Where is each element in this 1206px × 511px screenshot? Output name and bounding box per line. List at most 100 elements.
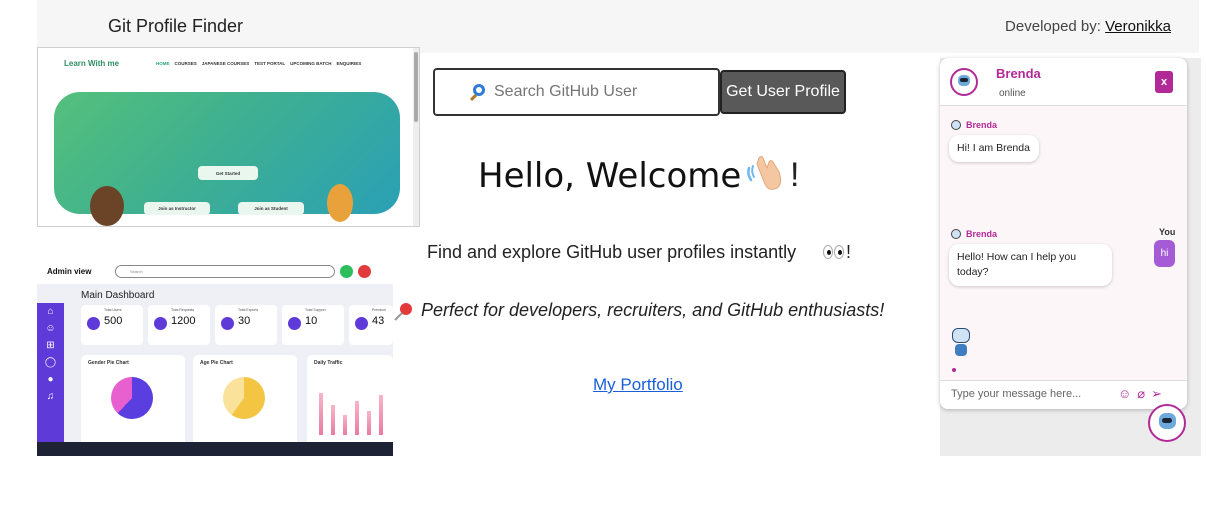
audience-text: Perfect for developers, recruiters, and … bbox=[421, 300, 885, 320]
search-box bbox=[433, 68, 720, 116]
preview-join-instructor: Join as Instructor bbox=[144, 202, 210, 215]
stat-card-support: Total Support 10 bbox=[282, 305, 344, 345]
age-panel-title: Age Pie Chart bbox=[200, 360, 233, 366]
message-sender: Brenda bbox=[951, 229, 997, 239]
preview-scrollbar bbox=[413, 48, 419, 226]
support-stat-icon bbox=[288, 317, 301, 330]
gender-panel-title: Gender Pie Chart bbox=[88, 360, 129, 366]
age-panel: Age Pie Chart bbox=[193, 355, 297, 449]
preview-get-started: Get Started bbox=[198, 166, 258, 180]
typing-indicator bbox=[952, 368, 956, 372]
top-bar: Git Profile Finder Developed by: Veronik… bbox=[37, 0, 1199, 53]
admin-search: Search bbox=[115, 265, 335, 278]
user-message-bubble: hi bbox=[1154, 240, 1175, 267]
welcome-exclamation: ! bbox=[790, 156, 800, 194]
eyes-icon bbox=[823, 245, 845, 261]
stat-value: 10 bbox=[305, 315, 318, 327]
alert-icon: ● bbox=[47, 374, 54, 385]
credit-prefix: Developed by: bbox=[1005, 18, 1106, 35]
pushpin-icon bbox=[394, 303, 412, 321]
chat-area: Brenda online x Brenda Hi! I am Brenda Y… bbox=[940, 58, 1201, 456]
developer-credit: Developed by: Veronikka bbox=[1005, 18, 1171, 35]
message-sender-you: You bbox=[1159, 227, 1176, 237]
taskbar bbox=[37, 442, 393, 456]
preview-nav-test: TEST PORTAL bbox=[254, 60, 286, 66]
preview-nav: Learn With me HOME COURSES JAPANESE COUR… bbox=[38, 56, 419, 70]
admin-title: Admin view bbox=[47, 266, 92, 276]
attach-icon[interactable]: ⌀ bbox=[1137, 386, 1145, 402]
gender-pie bbox=[111, 377, 153, 419]
preview-nav-links: HOME COURSES JAPANESE COURSES TEST PORTA… bbox=[156, 61, 361, 66]
portfolio-link[interactable]: My Portfolio bbox=[593, 375, 683, 395]
stat-value: 500 bbox=[104, 315, 123, 327]
stat-card-exports: Total Exports 30 bbox=[215, 305, 277, 345]
preview-learn-with-me: Learn With me HOME COURSES JAPANESE COUR… bbox=[37, 47, 420, 227]
stat-card-requests: Total Requests 1200 bbox=[148, 305, 210, 345]
welcome-heading: Hello, Welcome bbox=[478, 156, 742, 196]
traffic-bar bbox=[331, 405, 335, 435]
bot-mini-icon bbox=[951, 229, 961, 239]
get-user-profile-button[interactable]: Get User Profile bbox=[720, 70, 846, 114]
chat-window: Brenda online x Brenda Hi! I am Brenda Y… bbox=[940, 58, 1187, 409]
stat-card-premium: Premium 43 bbox=[349, 305, 393, 345]
description-text: Find and explore GitHub user profiles in… bbox=[427, 242, 797, 262]
preview-nav-enquiries: ENQUIRIES bbox=[336, 60, 362, 66]
magnifier-icon bbox=[473, 84, 485, 96]
chat-input-actions: ☺ ⌀ ➢ bbox=[1118, 386, 1162, 402]
users-stat-icon bbox=[87, 317, 100, 330]
bot-mini-icon bbox=[951, 120, 961, 130]
status-check-icon bbox=[340, 265, 353, 278]
admin-sidebar: ⌂ ☺ ⊞ ◯ ● ♫ bbox=[37, 303, 64, 456]
traffic-bar bbox=[379, 395, 383, 435]
chat-icon: ◯ bbox=[44, 357, 57, 368]
sender-name: Brenda bbox=[966, 120, 998, 130]
stat-label: Total Requests bbox=[171, 308, 195, 312]
premium-stat-icon bbox=[355, 317, 368, 330]
traffic-bar bbox=[367, 411, 371, 435]
chat-status: online bbox=[999, 88, 1026, 99]
github-user-input[interactable] bbox=[494, 83, 714, 101]
stat-value: 30 bbox=[238, 315, 251, 327]
message-bubble: Hi! I am Brenda bbox=[949, 135, 1039, 162]
preview-nav-batch: UPCOMING BATCH bbox=[290, 60, 332, 66]
admin-main-title: Main Dashboard bbox=[81, 290, 155, 301]
home-icon: ⌂ bbox=[47, 306, 54, 317]
traffic-panel-title: Daily Traffic bbox=[314, 360, 343, 366]
preview-nav-home: HOME bbox=[156, 60, 170, 66]
gender-panel: Gender Pie Chart bbox=[81, 355, 185, 449]
chat-name: Brenda bbox=[996, 66, 1041, 81]
requests-stat-icon bbox=[154, 317, 167, 330]
emoji-icon[interactable]: ☺ bbox=[1118, 386, 1131, 402]
users-icon: ☺ bbox=[45, 323, 56, 334]
traffic-bar bbox=[355, 401, 359, 435]
stat-label: Total Users bbox=[104, 308, 122, 312]
preview-logo: Learn With me bbox=[64, 58, 120, 68]
sender-name: Brenda bbox=[966, 229, 998, 239]
stat-label: Total Support bbox=[305, 308, 326, 312]
sos-icon bbox=[358, 265, 371, 278]
developer-link[interactable]: Veronikka bbox=[1105, 18, 1171, 35]
stat-value: 43 bbox=[372, 315, 385, 327]
chat-header: Brenda online x bbox=[940, 58, 1187, 106]
message-bubble: Hello! How can I help you today? bbox=[949, 244, 1112, 286]
traffic-panel: Daily Traffic bbox=[307, 355, 393, 449]
search-section: Get User Profile bbox=[433, 68, 846, 116]
description-exclamation: ! bbox=[846, 242, 852, 262]
admin-header: Admin view Search bbox=[37, 258, 393, 284]
message-sender: Brenda bbox=[951, 120, 997, 130]
stat-label: Premium bbox=[372, 308, 387, 312]
preview-nav-courses: COURSES bbox=[174, 60, 197, 66]
stat-value: 1200 bbox=[171, 315, 196, 327]
close-chat-button[interactable]: x bbox=[1155, 71, 1173, 93]
preview-admin-dashboard: Admin view Search ⌂ ☺ ⊞ ◯ ● ♫ Main Dashb… bbox=[37, 258, 393, 456]
student-illustration bbox=[327, 184, 353, 222]
send-icon[interactable]: ➢ bbox=[1151, 386, 1162, 402]
chat-launcher-button[interactable] bbox=[1148, 404, 1186, 442]
stat-card-users: Total Users 500 bbox=[81, 305, 143, 345]
exports-stat-icon bbox=[221, 317, 234, 330]
preview-nav-japanese: JAPANESE COURSES bbox=[201, 60, 250, 66]
app-brand: Git Profile Finder bbox=[108, 16, 244, 36]
age-pie bbox=[223, 377, 265, 419]
typing-bot-icon bbox=[950, 326, 972, 358]
stat-label: Total Exports bbox=[238, 308, 259, 312]
